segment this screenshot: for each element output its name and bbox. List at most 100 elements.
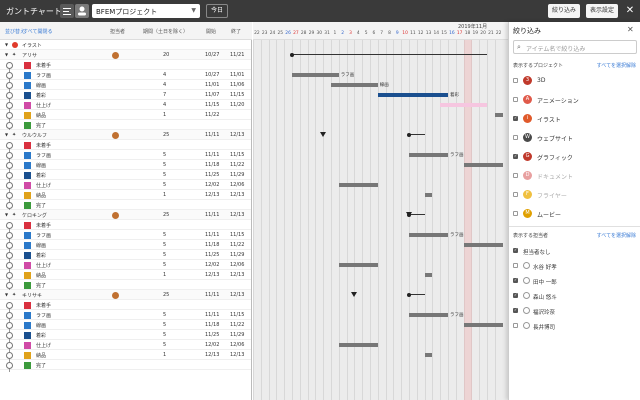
projects-deselect-all-link[interactable]: すべてを選択解除 — [597, 62, 636, 69]
task-row[interactable]: 完了 — [0, 120, 251, 132]
task-row[interactable]: 未着手 — [0, 220, 251, 232]
close-icon[interactable]: ✕ — [627, 25, 634, 34]
assignee-checkbox[interactable] — [513, 277, 518, 283]
filter-button[interactable]: 絞り込み — [548, 4, 580, 18]
list-view-icon[interactable] — [60, 4, 74, 18]
status-circle-icon[interactable] — [6, 252, 13, 259]
close-icon[interactable]: ✕ — [624, 4, 636, 18]
status-circle-icon[interactable] — [6, 122, 13, 129]
task-bar[interactable] — [463, 163, 503, 167]
section-row[interactable]: ▼ ✦ キリサキ 25 11/11 12/13 — [0, 290, 251, 300]
expand-all-link[interactable]: すべて開閉る — [23, 28, 52, 35]
task-bar[interactable] — [409, 153, 448, 157]
task-row[interactable]: 完了 — [0, 360, 251, 372]
assignee-checkbox[interactable] — [513, 323, 518, 328]
expand-toggle-icon[interactable]: ▼ — [5, 132, 8, 137]
section-row[interactable]: ▼ ✦ ウルウルフ 25 11/11 12/13 — [0, 130, 251, 140]
task-row[interactable]: 納品 1 12/13 12/13 — [0, 350, 251, 362]
project-filter-item[interactable]: 3 3D — [513, 74, 637, 87]
milestone-marker[interactable] — [406, 212, 412, 217]
milestone-marker[interactable] — [320, 132, 327, 137]
task-row[interactable]: 着彩 5 11/25 11/29 — [0, 250, 251, 262]
task-row[interactable]: ラフ画 4 10/27 11/01 — [0, 70, 251, 82]
project-filter-item[interactable]: i イラスト — [513, 112, 637, 125]
view-settings-button[interactable]: 表示設定 — [586, 4, 618, 18]
task-row[interactable]: 未着手 — [0, 60, 251, 72]
section-row[interactable]: ▼ ✦ ケロキング 25 11/11 12/13 — [0, 210, 251, 220]
task-bar[interactable] — [292, 73, 339, 77]
milestone-marker[interactable] — [351, 292, 358, 297]
sort-link[interactable]: 並び替え — [5, 28, 25, 35]
status-circle-icon[interactable] — [6, 342, 13, 349]
task-row[interactable]: 納品 1 11/22 — [0, 110, 251, 122]
task-bar[interactable] — [409, 233, 448, 237]
status-circle-icon[interactable] — [6, 92, 13, 99]
project-checkbox[interactable] — [513, 192, 518, 197]
task-row[interactable]: 仕上げ 5 12/02 12/06 — [0, 180, 251, 192]
status-circle-icon[interactable] — [6, 142, 13, 149]
status-circle-icon[interactable] — [6, 172, 13, 179]
status-circle-icon[interactable] — [6, 322, 13, 329]
task-row[interactable]: 仕上げ 5 12/02 12/06 — [0, 260, 251, 272]
task-row[interactable]: 完了 — [0, 200, 251, 212]
assignee-filter-item[interactable]: 福沢玲奈 — [513, 304, 637, 318]
assignee-checkbox[interactable] — [513, 292, 518, 298]
project-checkbox[interactable] — [513, 211, 518, 216]
status-circle-icon[interactable] — [6, 102, 13, 109]
expand-toggle-icon[interactable]: ▼ — [5, 52, 8, 57]
task-bar[interactable] — [338, 343, 378, 347]
task-bar[interactable] — [463, 323, 503, 327]
task-bar[interactable] — [377, 93, 448, 97]
assignee-checkbox[interactable] — [513, 307, 518, 313]
expand-toggle-icon[interactable]: ▼ — [5, 42, 8, 47]
task-bar[interactable] — [494, 113, 503, 117]
project-checkbox[interactable] — [513, 153, 518, 159]
project-filter-item[interactable]: W ウェブサイト — [513, 131, 637, 144]
task-row[interactable]: ラフ画 5 11/11 11/15 — [0, 310, 251, 322]
project-checkbox[interactable] — [513, 173, 518, 178]
project-checkbox[interactable] — [513, 135, 518, 140]
task-row[interactable]: 線画 5 11/18 11/22 — [0, 320, 251, 332]
project-filter-item[interactable]: G グラフィック — [513, 150, 637, 163]
status-circle-icon[interactable] — [6, 82, 13, 89]
task-row[interactable]: ラフ画 5 11/11 11/15 — [0, 230, 251, 242]
status-circle-icon[interactable] — [6, 192, 13, 199]
status-circle-icon[interactable] — [6, 112, 13, 119]
status-circle-icon[interactable] — [6, 312, 13, 319]
task-row[interactable]: 納品 1 12/13 12/13 — [0, 270, 251, 282]
task-row[interactable]: 未着手 — [0, 140, 251, 152]
status-circle-icon[interactable] — [6, 202, 13, 209]
task-row[interactable]: 仕上げ 4 11/15 11/20 — [0, 100, 251, 112]
status-circle-icon[interactable] — [6, 352, 13, 359]
status-circle-icon[interactable] — [6, 232, 13, 239]
task-bar[interactable] — [331, 83, 378, 87]
project-filter-item[interactable]: A アニメーション — [513, 93, 637, 106]
assignees-deselect-all-link[interactable]: すべてを選択解除 — [597, 232, 636, 239]
expand-toggle-icon[interactable]: ▼ — [5, 292, 8, 297]
status-circle-icon[interactable] — [6, 362, 13, 369]
project-filter-item[interactable]: M ムービー — [513, 207, 637, 220]
task-bar[interactable] — [424, 353, 433, 357]
today-button[interactable]: 今日 — [206, 4, 228, 18]
assignee-checkbox[interactable] — [513, 263, 518, 268]
project-checkbox[interactable] — [513, 97, 518, 102]
project-checkbox[interactable] — [513, 78, 518, 83]
task-row[interactable]: 着彩 5 11/25 11/29 — [0, 330, 251, 342]
status-circle-icon[interactable] — [6, 332, 13, 339]
status-circle-icon[interactable] — [6, 182, 13, 189]
status-circle-icon[interactable] — [6, 272, 13, 279]
status-circle-icon[interactable] — [6, 152, 13, 159]
status-circle-icon[interactable] — [6, 162, 13, 169]
task-bar[interactable] — [463, 243, 503, 247]
task-bar[interactable] — [409, 313, 448, 317]
task-bar[interactable] — [424, 273, 433, 277]
task-row[interactable]: ラフ画 5 11/11 11/15 — [0, 150, 251, 162]
task-row[interactable]: 未着手 — [0, 300, 251, 312]
task-row[interactable]: 仕上げ 5 12/02 12/06 — [0, 340, 251, 352]
item-search-input[interactable]: ⌕ アイテム名で絞り込み — [513, 40, 637, 54]
status-circle-icon[interactable] — [6, 72, 13, 79]
status-circle-icon[interactable] — [6, 242, 13, 249]
status-circle-icon[interactable] — [6, 282, 13, 289]
task-row[interactable]: 線画 5 11/18 11/22 — [0, 240, 251, 252]
project-filter-item[interactable]: F フライヤー — [513, 188, 637, 201]
